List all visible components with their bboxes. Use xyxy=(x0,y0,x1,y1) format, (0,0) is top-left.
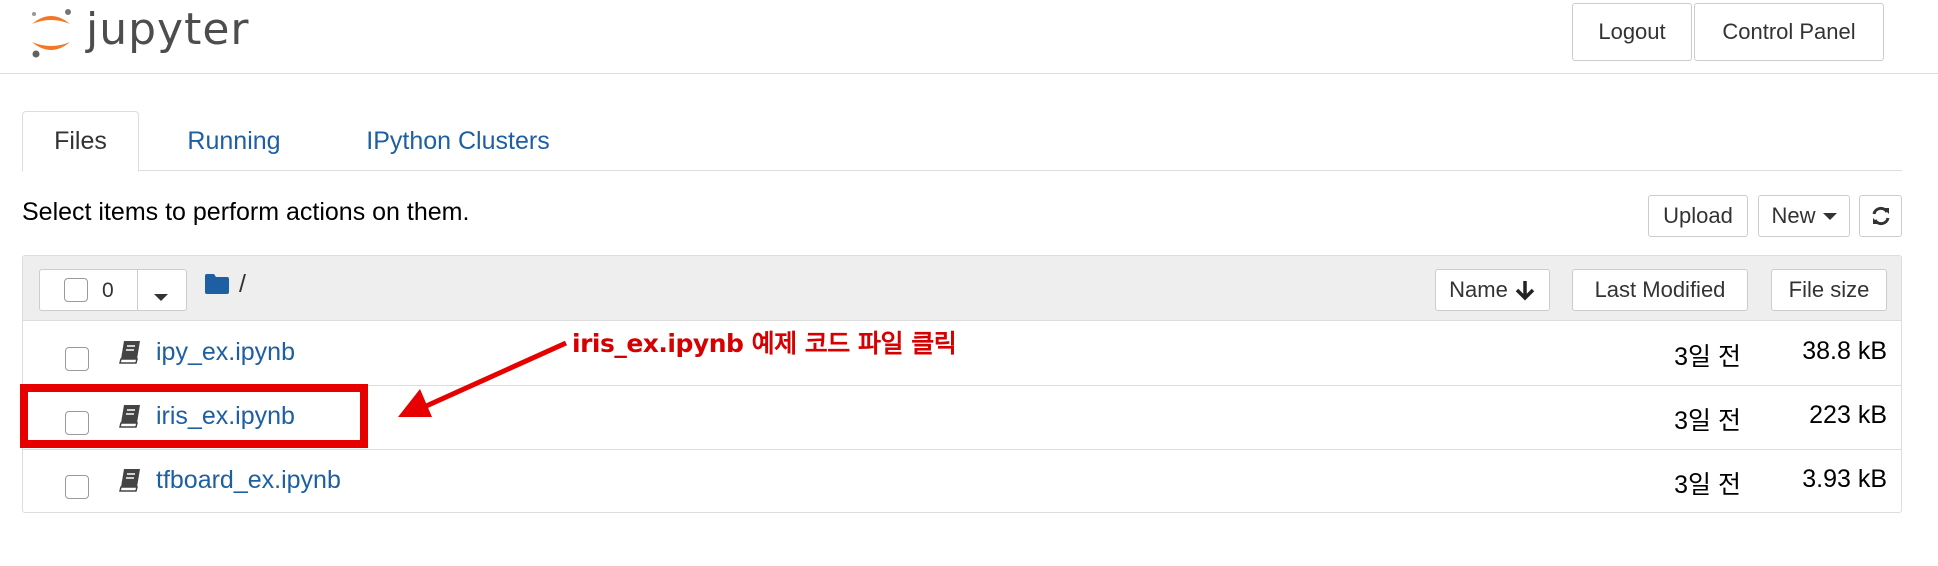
select-all-group: 0 xyxy=(39,269,187,311)
tab-bar: Files Running IPython Clusters xyxy=(22,111,1902,172)
sort-by-file-size-button[interactable]: File size xyxy=(1771,269,1887,311)
file-size: 223 kB xyxy=(1809,401,1887,429)
annotation-label: iris_ex.ipynb 예제 코드 파일 클릭 xyxy=(572,329,957,358)
list-item[interactable]: ipy_ex.ipynb 3일 전 38.8 kB xyxy=(23,322,1901,386)
caret-down-icon xyxy=(1822,212,1837,220)
file-size: 3.93 kB xyxy=(1802,465,1887,493)
divider xyxy=(137,270,138,310)
file-size: 38.8 kB xyxy=(1802,337,1887,365)
file-last-modified: 3일 전 xyxy=(1674,343,1741,371)
new-dropdown-button[interactable]: New xyxy=(1758,195,1850,237)
tab-ipython-clusters[interactable]: IPython Clusters xyxy=(332,111,584,172)
control-panel-button[interactable]: Control Panel xyxy=(1694,3,1884,61)
sort-by-name-button[interactable]: Name xyxy=(1435,269,1550,311)
file-name-link[interactable]: ipy_ex.ipynb xyxy=(156,338,295,367)
file-list-header: 0 / Name Last Modified File size xyxy=(23,256,1901,321)
new-label: New xyxy=(1771,203,1816,228)
file-name-link[interactable]: tfboard_ex.ipynb xyxy=(156,466,341,495)
header: jupyter Logout Control Panel xyxy=(0,0,1938,74)
item-checkbox[interactable] xyxy=(65,347,89,371)
notebook-icon xyxy=(119,469,140,492)
notebook-icon xyxy=(119,341,140,364)
select-all-checkbox[interactable] xyxy=(64,278,88,302)
tab-files[interactable]: Files xyxy=(22,111,139,172)
current-path[interactable]: / xyxy=(239,270,246,299)
refresh-icon xyxy=(1872,206,1889,226)
tab-running[interactable]: Running xyxy=(152,111,316,172)
item-checkbox[interactable] xyxy=(65,475,89,499)
select-dropdown-caret[interactable] xyxy=(154,288,168,306)
file-last-modified: 3일 전 xyxy=(1674,471,1741,499)
jupyter-logo[interactable]: jupyter xyxy=(28,2,258,62)
annotation-highlight-box xyxy=(20,384,368,448)
file-last-modified: 3일 전 xyxy=(1674,407,1741,435)
selected-count: 0 xyxy=(102,279,114,302)
logo-text: jupyter xyxy=(86,4,250,55)
jupyter-logo-icon xyxy=(32,9,71,58)
annotation-arrow-icon xyxy=(398,340,568,417)
caret-down-icon xyxy=(154,294,168,301)
logout-button[interactable]: Logout xyxy=(1572,3,1692,61)
folder-icon[interactable] xyxy=(205,274,229,294)
instruction-text: Select items to perform actions on them. xyxy=(22,198,470,226)
sort-name-label: Name xyxy=(1449,277,1508,302)
refresh-button[interactable] xyxy=(1859,195,1902,237)
sort-by-last-modified-button[interactable]: Last Modified xyxy=(1572,269,1748,311)
list-item[interactable]: tfboard_ex.ipynb 3일 전 3.93 kB xyxy=(23,450,1901,512)
upload-button[interactable]: Upload xyxy=(1648,195,1748,237)
arrow-down-icon xyxy=(1515,281,1535,301)
